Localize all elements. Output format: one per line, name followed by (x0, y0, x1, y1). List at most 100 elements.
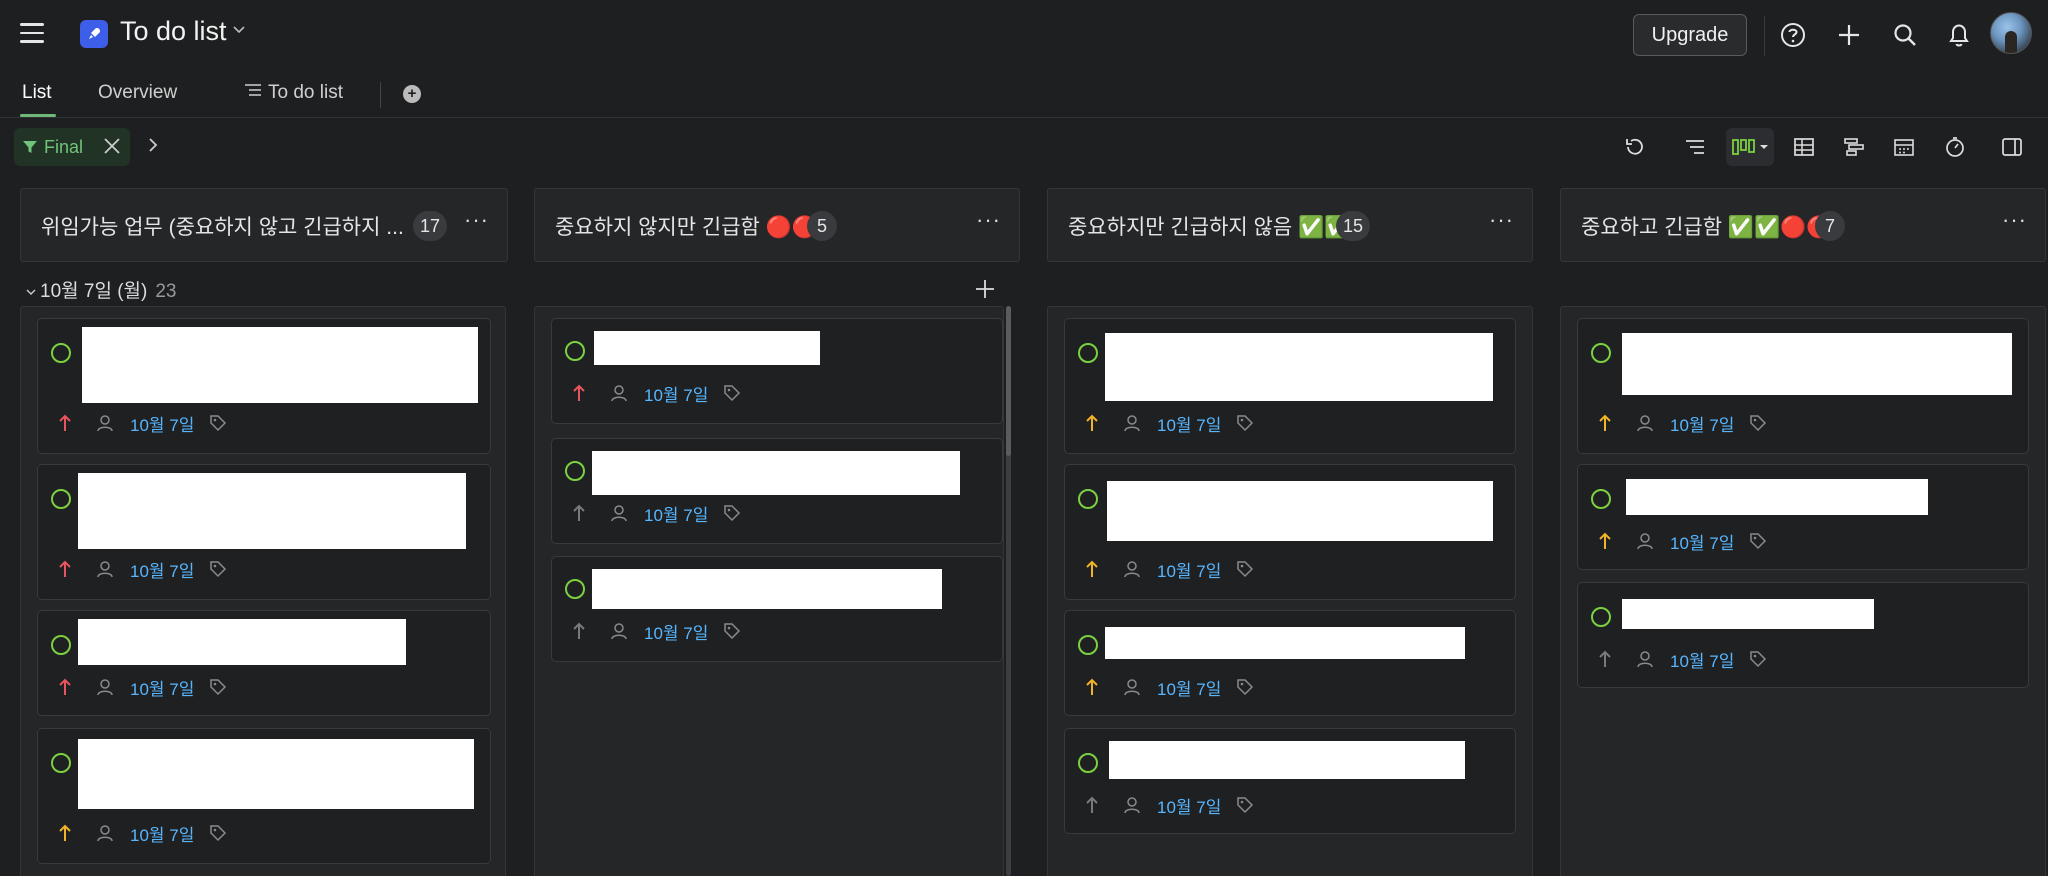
complete-task-checkbox[interactable] (51, 489, 71, 509)
priority-arrow-icon[interactable] (1596, 530, 1614, 552)
due-date[interactable]: 10월 7일 (1670, 529, 1734, 554)
assignee-icon[interactable] (608, 620, 630, 642)
due-date[interactable]: 10월 7일 (644, 381, 708, 406)
priority-arrow-icon[interactable] (56, 822, 74, 844)
tag-icon[interactable] (208, 823, 228, 843)
table-view-icon[interactable] (1790, 133, 1818, 161)
complete-task-checkbox[interactable] (1591, 607, 1611, 627)
task-title-redacted[interactable] (78, 473, 466, 549)
complete-task-checkbox[interactable] (1591, 489, 1611, 509)
bell-icon[interactable] (1944, 20, 1974, 50)
assignee-icon[interactable] (1634, 648, 1656, 670)
due-date[interactable]: 10월 7일 (130, 411, 194, 436)
column-header[interactable]: 위임가능 업무 (중요하지 않고 긴급하지 ... 17 ··· (20, 188, 508, 262)
assignee-icon[interactable] (1121, 558, 1143, 580)
due-date[interactable]: 10월 7일 (1157, 793, 1221, 818)
task-card[interactable]: 10월 7일 (1577, 318, 2029, 454)
complete-task-checkbox[interactable] (565, 461, 585, 481)
task-title-redacted[interactable] (1622, 333, 2012, 395)
assignee-icon[interactable] (94, 558, 116, 580)
task-card[interactable]: 10월 7일 (1577, 464, 2029, 570)
due-date[interactable]: 10월 7일 (644, 619, 708, 644)
task-title-redacted[interactable] (1105, 627, 1465, 659)
task-title-redacted[interactable] (592, 569, 942, 609)
tag-icon[interactable] (1748, 649, 1768, 669)
task-card[interactable]: 10월 7일 (1064, 464, 1516, 600)
sidebar-toggle-icon[interactable] (1998, 133, 2026, 161)
task-card[interactable]: 10월 7일 (37, 464, 491, 600)
assignee-icon[interactable] (608, 502, 630, 524)
add-task-icon[interactable] (975, 274, 995, 306)
upgrade-button[interactable]: Upgrade (1633, 14, 1747, 56)
tag-icon[interactable] (208, 413, 228, 433)
complete-task-checkbox[interactable] (565, 579, 585, 599)
complete-task-checkbox[interactable] (51, 343, 71, 363)
complete-task-checkbox[interactable] (51, 635, 71, 655)
more-icon[interactable]: ··· (1489, 207, 1514, 233)
tag-icon[interactable] (208, 559, 228, 579)
tag-icon[interactable] (722, 383, 742, 403)
due-date[interactable]: 10월 7일 (1670, 411, 1734, 436)
priority-arrow-icon[interactable] (56, 558, 74, 580)
priority-arrow-icon[interactable] (570, 620, 588, 642)
priority-arrow-icon[interactable] (1083, 412, 1101, 434)
tab-list[interactable]: List (22, 82, 52, 104)
complete-task-checkbox[interactable] (565, 341, 585, 361)
timeline-view-icon[interactable] (1840, 133, 1868, 161)
task-title-redacted[interactable] (82, 327, 478, 403)
more-icon[interactable]: ··· (976, 207, 1001, 233)
close-icon[interactable] (102, 135, 122, 163)
avatar[interactable] (1990, 12, 2032, 54)
priority-arrow-icon[interactable] (1083, 676, 1101, 698)
priority-arrow-icon[interactable] (1083, 558, 1101, 580)
due-date[interactable]: 10월 7일 (130, 675, 194, 700)
column-header[interactable]: 중요하지 않지만 긴급함 🔴🔴 5 ··· (534, 188, 1020, 262)
task-card[interactable]: 10월 7일 (551, 318, 1003, 424)
tag-icon[interactable] (1748, 413, 1768, 433)
timer-icon[interactable] (1941, 133, 1969, 161)
task-card[interactable]: 10월 7일 (1064, 318, 1516, 454)
chevron-right-icon[interactable] (146, 133, 160, 159)
tag-icon[interactable] (1748, 531, 1768, 551)
assignee-icon[interactable] (94, 822, 116, 844)
task-card[interactable]: 10월 7일 (1577, 582, 2029, 688)
task-card[interactable]: 10월 7일 (37, 610, 491, 716)
assignee-icon[interactable] (1634, 412, 1656, 434)
priority-arrow-icon[interactable] (56, 676, 74, 698)
tag-icon[interactable] (1235, 559, 1255, 579)
tag-icon[interactable] (722, 503, 742, 523)
task-card[interactable]: 10월 7일 (551, 556, 1003, 662)
complete-task-checkbox[interactable] (1078, 343, 1098, 363)
assignee-icon[interactable] (94, 412, 116, 434)
due-date[interactable]: 10월 7일 (644, 501, 708, 526)
tag-icon[interactable] (1235, 413, 1255, 433)
task-title-redacted[interactable] (1109, 741, 1465, 779)
priority-arrow-icon[interactable] (570, 502, 588, 524)
more-icon[interactable]: ··· (2002, 207, 2027, 233)
task-title-redacted[interactable] (594, 331, 820, 365)
assignee-icon[interactable] (1121, 794, 1143, 816)
assignee-icon[interactable] (1121, 412, 1143, 434)
complete-task-checkbox[interactable] (51, 753, 71, 773)
tag-icon[interactable] (722, 621, 742, 641)
chevron-down-icon[interactable] (232, 22, 246, 41)
due-date[interactable]: 10월 7일 (1157, 557, 1221, 582)
tab-todo-list[interactable]: To do list (244, 82, 343, 104)
task-card[interactable]: 10월 7일 (551, 438, 1003, 544)
task-card[interactable]: 10월 7일 (1064, 728, 1516, 834)
priority-arrow-icon[interactable] (56, 412, 74, 434)
tag-icon[interactable] (1235, 677, 1255, 697)
board-view-button[interactable] (1726, 128, 1774, 166)
plus-icon[interactable] (1834, 20, 1864, 50)
scrollbar-thumb[interactable] (1006, 306, 1011, 456)
search-icon[interactable] (1890, 20, 1920, 50)
task-title-redacted[interactable] (1626, 479, 1928, 515)
assignee-icon[interactable] (608, 382, 630, 404)
column-header[interactable]: 중요하고 긴급함 ✅✅🔴🔴 7 ··· (1560, 188, 2046, 262)
due-date[interactable]: 10월 7일 (1157, 411, 1221, 436)
priority-arrow-icon[interactable] (1596, 648, 1614, 670)
tab-overview[interactable]: Overview (98, 82, 177, 104)
complete-task-checkbox[interactable] (1078, 635, 1098, 655)
task-title-redacted[interactable] (592, 451, 960, 495)
complete-task-checkbox[interactable] (1078, 753, 1098, 773)
